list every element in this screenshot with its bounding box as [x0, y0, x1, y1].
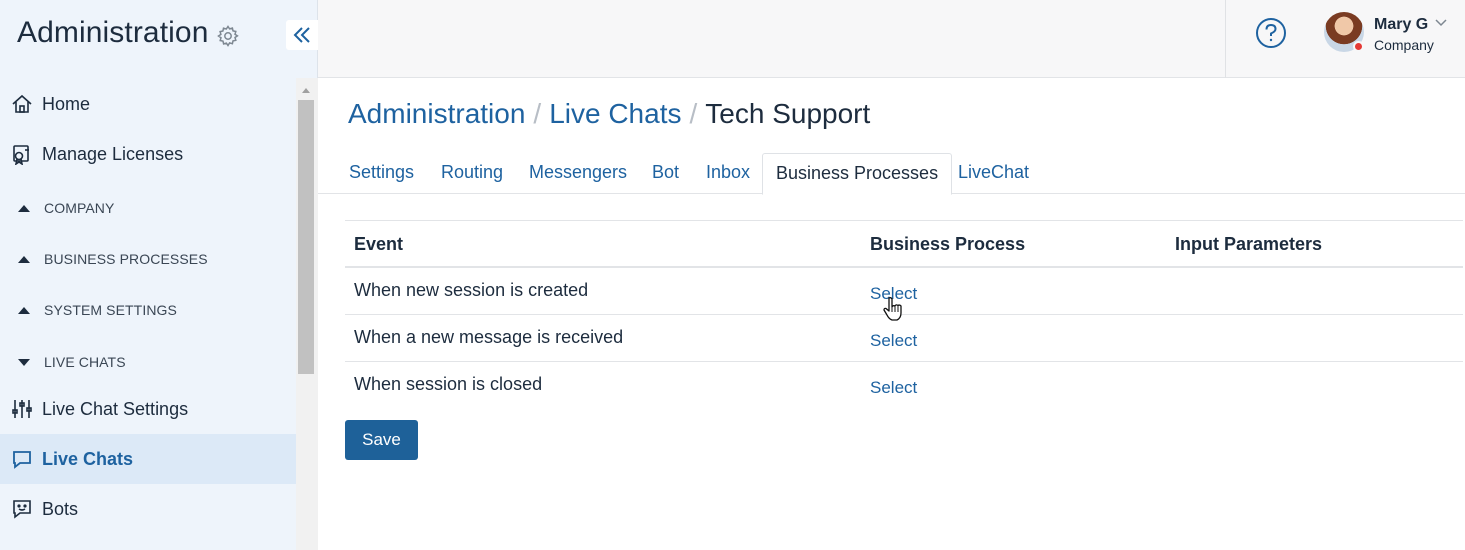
- breadcrumb-separator: /: [533, 98, 542, 129]
- breadcrumb: Administration / Live Chats / Tech Support: [348, 98, 870, 134]
- tab-messengers[interactable]: Messengers: [529, 153, 627, 194]
- column-header-input-parameters: Input Parameters: [1175, 234, 1323, 254]
- sidebar-item-bots[interactable]: Bots: [0, 484, 296, 534]
- chat-icon: [13, 451, 31, 469]
- expand-triangle-icon: [18, 358, 30, 366]
- collapse-triangle-icon: [18, 204, 30, 212]
- sidebar-section-label: SYSTEM SETTINGS: [44, 302, 177, 318]
- sidebar-nav: Home Manage Licenses COMPANY BUSINESS PR…: [0, 78, 296, 550]
- bot-icon: [13, 500, 31, 519]
- sidebar-section-company[interactable]: COMPANY: [0, 188, 296, 228]
- event-cell: When new session is created: [354, 280, 589, 300]
- sidebar-section-business-processes[interactable]: BUSINESS PROCESSES: [0, 239, 296, 279]
- column-header-business-process: Business Process: [870, 234, 1026, 254]
- collapse-triangle-icon: [18, 306, 30, 314]
- table-row: When session is closed Select: [345, 362, 1463, 409]
- sidebar-section-label: COMPANY: [44, 200, 115, 216]
- sidebar-item-label: Live Chat Settings: [42, 398, 189, 419]
- sidebar-scrollbar[interactable]: [296, 78, 318, 550]
- user-company: Company: [1374, 37, 1434, 53]
- sidebar-item-home[interactable]: Home: [0, 79, 296, 129]
- save-button[interactable]: Save: [345, 420, 418, 460]
- tab-livechat[interactable]: LiveChat: [958, 153, 1029, 194]
- scroll-thumb[interactable]: [298, 100, 314, 374]
- table-row: When a new message is received Select: [345, 315, 1463, 362]
- sidebar-section-system-settings[interactable]: SYSTEM SETTINGS: [0, 290, 296, 330]
- chevron-down-icon: [1435, 19, 1447, 27]
- event-cell: When a new message is received: [354, 327, 624, 347]
- help-icon[interactable]: [1255, 17, 1287, 49]
- tab-routing[interactable]: Routing: [441, 153, 503, 194]
- collapse-triangle-icon: [18, 255, 30, 263]
- sidebar-section-label: LIVE CHATS: [44, 354, 126, 370]
- user-name: Mary G: [1374, 16, 1429, 33]
- gear-icon[interactable]: [216, 24, 240, 48]
- tab-bot[interactable]: Bot: [652, 153, 679, 194]
- sidebar-item-label: Live Chats: [42, 448, 134, 469]
- tab-bar: Settings Routing Messengers Bot Inbox Bu…: [318, 153, 1465, 195]
- tab-business-processes[interactable]: Business Processes: [762, 153, 953, 195]
- page-title: Tech Support: [705, 98, 871, 129]
- sidebar-title: Administration: [17, 16, 209, 49]
- breadcrumb-link-administration[interactable]: Administration: [348, 98, 525, 129]
- sidebar-header: Administration: [0, 0, 318, 72]
- user-menu[interactable]: Mary G Company: [1324, 12, 1464, 56]
- licenses-icon: [13, 145, 29, 165]
- sidebar-item-label: Manage Licenses: [42, 143, 184, 164]
- collapse-sidebar-button[interactable]: [286, 20, 318, 50]
- tab-inbox[interactable]: Inbox: [706, 153, 750, 194]
- sidebar-item-manage-licenses[interactable]: Manage Licenses: [0, 129, 296, 179]
- select-process-link[interactable]: Select: [870, 284, 917, 304]
- status-indicator: [1353, 41, 1364, 52]
- tab-settings[interactable]: Settings: [349, 153, 414, 194]
- double-chevron-left-icon: [293, 27, 310, 43]
- breadcrumb-separator: /: [689, 98, 698, 129]
- select-process-link[interactable]: Select: [870, 331, 917, 351]
- sidebar-item-label: Home: [42, 93, 91, 114]
- top-bar: Mary G Company: [318, 0, 1465, 78]
- sidebar-item-live-chats[interactable]: Live Chats: [0, 434, 296, 484]
- sidebar-item-live-chat-settings[interactable]: Live Chat Settings: [0, 384, 296, 434]
- column-header-event: Event: [354, 234, 404, 254]
- select-process-link[interactable]: Select: [870, 378, 917, 398]
- table-header: Event Business Process Input Parameters: [345, 220, 1463, 268]
- sliders-icon: [12, 400, 32, 418]
- event-cell: When session is closed: [354, 374, 543, 394]
- sidebar-section-live-chats[interactable]: LIVE CHATS: [0, 342, 296, 382]
- sidebar: Administration Home Manage Licenses COMP: [0, 0, 318, 550]
- divider: [1225, 0, 1226, 78]
- scroll-up-arrow-icon[interactable]: [302, 88, 310, 93]
- sidebar-section-label: BUSINESS PROCESSES: [44, 251, 208, 267]
- sidebar-item-label: Bots: [42, 498, 79, 519]
- table-row: When new session is created Select: [345, 268, 1463, 315]
- home-icon: [12, 94, 32, 113]
- breadcrumb-link-live-chats[interactable]: Live Chats: [549, 98, 681, 129]
